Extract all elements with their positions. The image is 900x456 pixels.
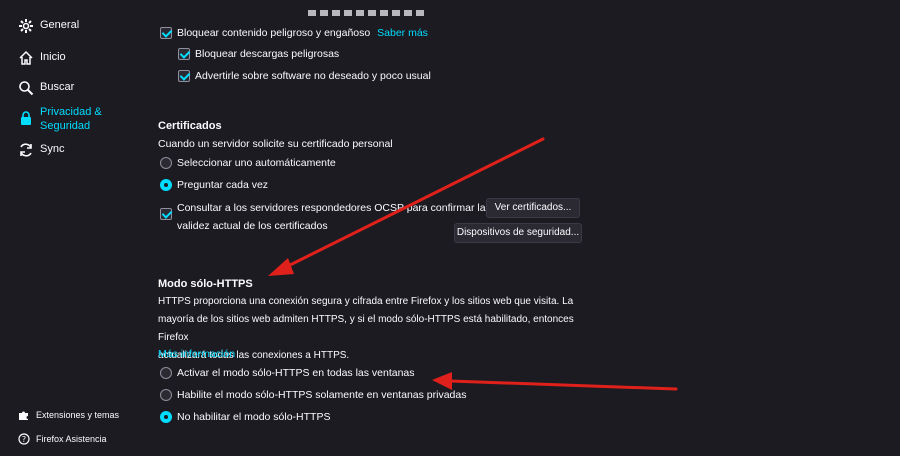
https-disable-label: No habilitar el modo sólo-HTTPS (177, 411, 331, 423)
https-only-heading: Modo sólo-HTTPS (158, 278, 253, 290)
svg-text:?: ? (22, 435, 26, 444)
https-all-windows-label: Activar el modo sólo-HTTPS en todas las … (177, 367, 415, 379)
block-downloads-checkbox[interactable] (178, 48, 190, 60)
sidebar-footer-label: Extensiones y temas (36, 410, 120, 420)
sync-icon (18, 142, 34, 158)
sidebar-item-label: Sync (40, 143, 65, 155)
https-private-windows-label: Habilite el modo sólo-HTTPS solamente en… (177, 389, 467, 401)
preferences-content: Bloquear contenido peligroso y engañoso … (158, 0, 898, 456)
help-icon: ? (18, 433, 30, 445)
lock-icon (18, 110, 34, 126)
block-downloads-label: Bloquear descargas peligrosas (195, 48, 340, 60)
warn-unwanted-label: Advertirle sobre software no deseado y p… (195, 70, 431, 82)
sidebar-item-label: General (40, 19, 80, 31)
sidebar: General Inicio Buscar Privacidad & Segur… (0, 0, 140, 456)
cert-auto-radio[interactable] (160, 157, 172, 169)
cert-ask-label: Preguntar cada vez (177, 179, 269, 191)
ocsp-label: Consultar a los servidores respondedores… (177, 202, 486, 232)
sidebar-item-sync[interactable]: Sync (18, 142, 64, 158)
search-icon (18, 80, 34, 96)
cert-auto-label: Seleccionar uno automáticamente (177, 157, 336, 169)
block-dangerous-label: Bloquear contenido peligroso y engañoso … (177, 27, 428, 39)
sidebar-item-buscar[interactable]: Buscar (18, 80, 74, 96)
sidebar-item-privacidad[interactable]: Privacidad & Seguridad (18, 105, 102, 133)
sidebar-item-general[interactable]: General (18, 18, 79, 34)
https-all-windows-radio[interactable] (160, 367, 172, 379)
https-disable-radio[interactable] (160, 411, 172, 423)
certificates-heading: Certificados (158, 120, 222, 132)
block-dangerous-checkbox[interactable] (160, 27, 172, 39)
security-devices-button[interactable]: Dispositivos de seguridad... (454, 223, 582, 243)
view-certificates-button[interactable]: Ver certificados... (486, 198, 580, 218)
sidebar-footer-extensions[interactable]: Extensiones y temas (18, 409, 119, 421)
sidebar-item-label: Privacidad & Seguridad (40, 106, 102, 132)
gear-icon (18, 18, 34, 34)
warn-unwanted-checkbox[interactable] (178, 70, 190, 82)
sidebar-footer-label: Firefox Asistencia (36, 434, 107, 444)
home-icon (18, 50, 34, 66)
sidebar-item-inicio[interactable]: Inicio (18, 50, 66, 66)
cert-ask-radio[interactable] (160, 179, 172, 191)
sidebar-item-label: Inicio (40, 51, 66, 63)
https-private-windows-radio[interactable] (160, 389, 172, 401)
ocsp-checkbox[interactable] (160, 208, 172, 220)
learn-more-link[interactable]: Saber más (377, 27, 428, 39)
certificates-description: Cuando un servidor solicite su certifica… (158, 138, 393, 150)
clipped-heading (308, 10, 428, 16)
puzzle-icon (18, 409, 30, 421)
sidebar-item-label: Buscar (40, 81, 75, 93)
sidebar-footer-help[interactable]: ? Firefox Asistencia (18, 433, 107, 445)
more-info-link[interactable]: Más información (158, 347, 235, 361)
